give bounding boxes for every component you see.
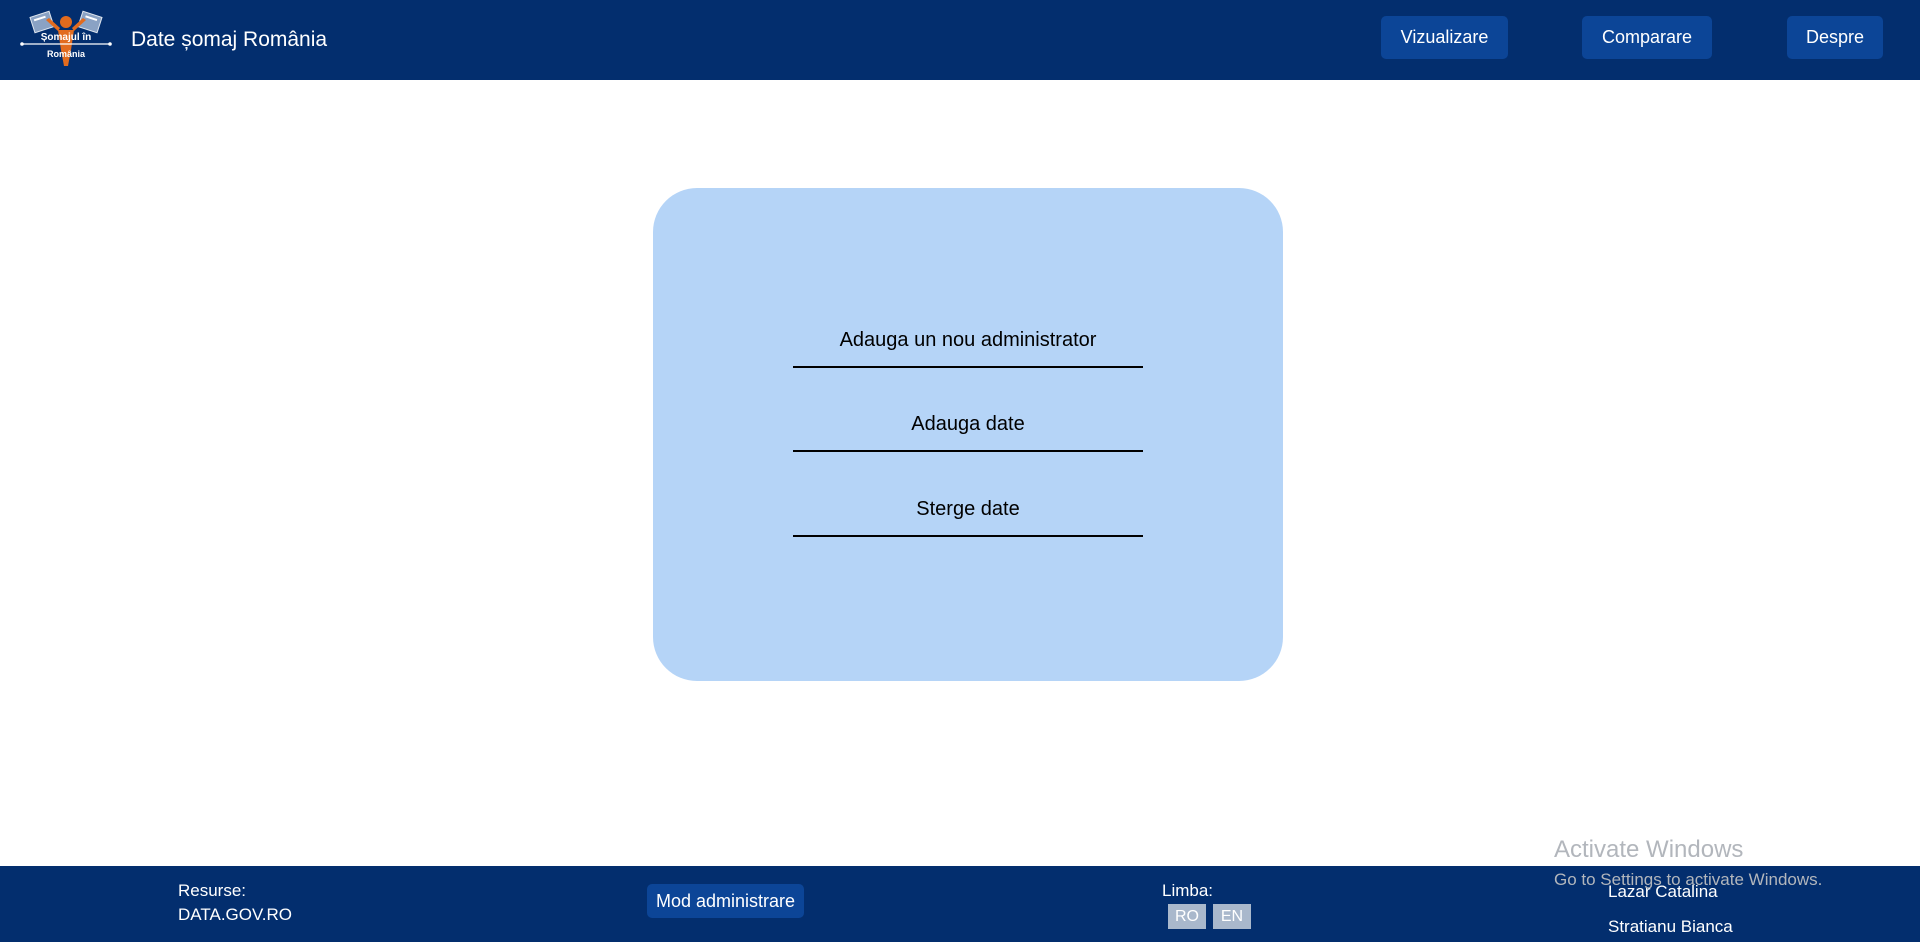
site-title[interactable]: Date șomaj România (131, 26, 327, 54)
resources-label: Resurse: (178, 881, 247, 900)
logo-graphic: Șomajul în România (20, 10, 112, 66)
delete-data-link[interactable]: Sterge date (793, 495, 1143, 537)
nav-despre-button[interactable]: Despre (1787, 16, 1883, 59)
nav-vizualizare-button[interactable]: Vizualizare (1381, 16, 1508, 59)
author-name: Stratianu Bianca (1608, 917, 1733, 936)
site-logo[interactable]: Șomajul în România (20, 6, 112, 70)
nav-comparare-button[interactable]: Comparare (1582, 16, 1712, 59)
add-data-link[interactable]: Adauga date (793, 410, 1143, 452)
site-header: Șomajul în România Date șomaj România Vi… (0, 0, 1920, 80)
language-en-button[interactable]: EN (1213, 904, 1251, 929)
logo-text-line2: România (47, 49, 86, 59)
data-gov-link[interactable]: DATA.GOV.RO (178, 904, 292, 926)
language-label: Limba: (1162, 881, 1214, 900)
windows-activation-title: Activate Windows (1554, 836, 1744, 863)
language-ro-button[interactable]: RO (1168, 904, 1206, 929)
windows-activation-subtitle: Go to Settings to activate Windows. (1554, 870, 1823, 889)
admin-mode-button[interactable]: Mod administrare (647, 884, 804, 918)
add-administrator-link[interactable]: Adauga un nou administrator (793, 326, 1143, 368)
admin-menu-card: Adauga un nou administrator Adauga date … (653, 188, 1283, 681)
logo-text-line1: Șomajul în (41, 32, 92, 43)
